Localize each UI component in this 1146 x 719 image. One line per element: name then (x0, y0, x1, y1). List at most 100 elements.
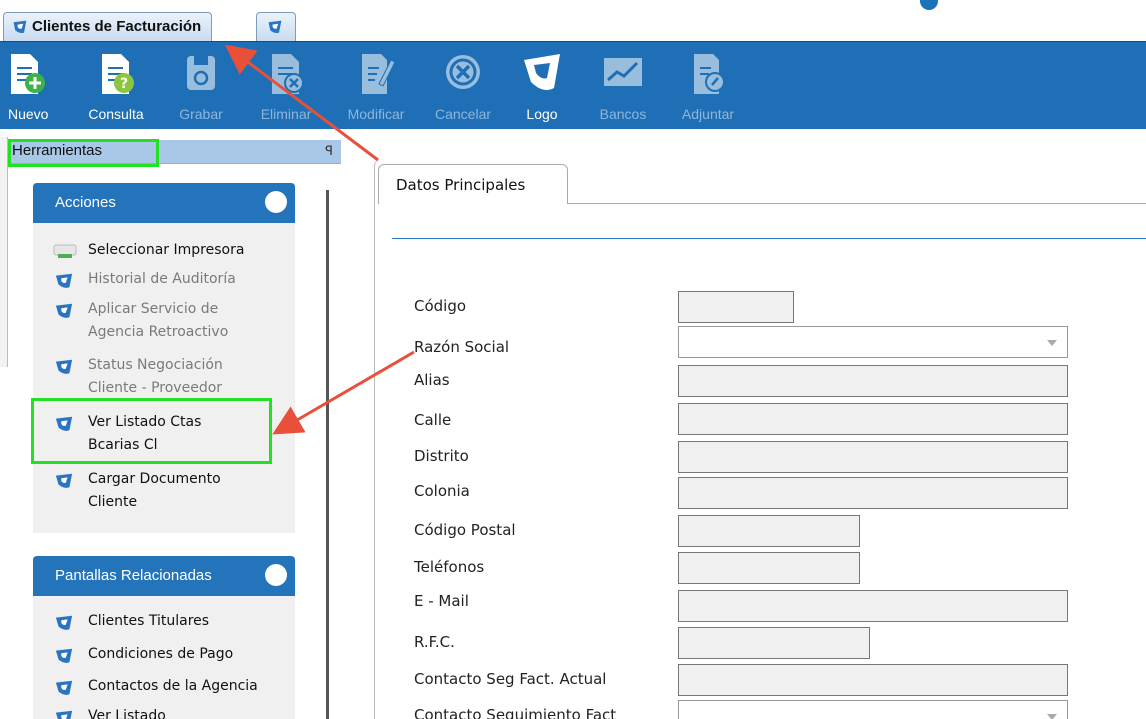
tab-clientes-facturacion[interactable]: Clientes de Facturación (3, 12, 213, 41)
status-dot (920, 0, 938, 10)
label-contacto-seguimiento-fact: Contacto Seguimiento Fact (414, 706, 617, 719)
related-label: Contactos de la Agencia (88, 678, 258, 694)
tools-panel-scrollbar[interactable] (326, 190, 329, 719)
label-codigo: Código (414, 297, 467, 315)
delete-button[interactable]: Eliminar (256, 50, 316, 126)
label-calle: Calle (414, 411, 452, 429)
codigo-input[interactable] (678, 291, 794, 323)
section-divider (392, 238, 1146, 239)
delete-label: Eliminar (260, 106, 312, 122)
email-input[interactable] (678, 590, 1068, 622)
related-screens-header[interactable]: Pantallas Relacionadas (33, 556, 295, 596)
actions-group: Acciones Seleccionar Impresora Historial… (33, 183, 295, 533)
save-button[interactable]: Grabar (176, 50, 226, 126)
label-telefonos: Teléfonos (414, 558, 485, 576)
tab-strip: Clientes de Facturación (0, 0, 1146, 41)
related-label: Ver Listado (88, 708, 166, 719)
logo-icon (55, 615, 73, 630)
contacto-seg-fact-actual-input[interactable] (678, 664, 1068, 696)
banks-label: Bancos (599, 106, 647, 122)
new-label: Nuevo (8, 106, 49, 122)
related-screens-title: Pantallas Relacionadas (55, 567, 212, 584)
logo-icon (55, 303, 73, 318)
edit-button[interactable]: Modificar (340, 50, 412, 126)
telefonos-input[interactable] (678, 552, 860, 584)
action-label: Seleccionar Impresora (88, 242, 245, 258)
codigo-postal-input[interactable] (678, 515, 860, 547)
action-label-line2: Cliente - Proveedor (88, 380, 223, 394)
action-label-line2: Cliente (88, 494, 138, 510)
action-upload-client-document[interactable]: Cargar Documento Cliente (53, 468, 283, 514)
logo-icon (524, 54, 560, 90)
collapsed-side-strip[interactable] (0, 137, 8, 367)
cancel-label: Cancelar (434, 106, 492, 122)
highlight-ver-listado (31, 398, 272, 464)
logo-icon (55, 710, 73, 719)
action-select-printer[interactable]: Seleccionar Impresora (53, 239, 283, 262)
rfc-input[interactable] (678, 627, 870, 659)
tab-title: Clientes de Facturación (32, 18, 202, 35)
save-icon (187, 56, 215, 90)
action-label-line1: Cargar Documento (88, 471, 221, 487)
cancel-icon (446, 55, 480, 89)
edit-label: Modificar (347, 106, 405, 122)
query-button[interactable]: ? Consulta (86, 50, 146, 126)
related-ver-listado[interactable]: Ver Listado (53, 705, 283, 719)
label-colonia: Colonia (414, 482, 470, 500)
label-contacto-seg-fact-actual: Contacto Seg Fact. Actual (414, 670, 607, 688)
printer-icon (53, 244, 77, 258)
logo-icon (55, 680, 73, 695)
razon-social-combo[interactable] (678, 326, 1068, 358)
action-apply-retro-service[interactable]: Aplicar Servicio de Agencia Retroactivo (53, 298, 283, 344)
attach-label: Adjuntar (681, 106, 735, 122)
action-audit-history[interactable]: Historial de Auditoría (53, 268, 283, 291)
new-document-icon (11, 54, 45, 94)
query-label: Consulta (88, 106, 144, 122)
chevron-down-icon (1047, 714, 1057, 719)
related-condiciones-pago[interactable]: Condiciones de Pago (53, 643, 283, 666)
save-label: Grabar (179, 106, 223, 122)
label-codigo-postal: Código Postal (414, 521, 516, 539)
actions-group-header[interactable]: Acciones (33, 183, 295, 223)
action-label: Historial de Auditoría (88, 271, 236, 287)
logo-icon (55, 273, 73, 288)
colonia-input[interactable] (678, 477, 1068, 509)
logo-icon (268, 20, 282, 34)
action-label-line1: Aplicar Servicio de (88, 301, 219, 317)
related-screens-group: Pantallas Relacionadas Clientes Titulare… (33, 556, 295, 719)
collapse-toggle-icon[interactable] (265, 191, 287, 213)
action-negotiation-status[interactable]: Status Negociación Cliente - Proveedor (53, 354, 283, 394)
attach-document-icon (694, 54, 725, 94)
logo-icon (55, 359, 73, 374)
contacto-seguimiento-combo[interactable] (678, 700, 1068, 719)
pin-icon[interactable]: ꟼ (325, 140, 333, 162)
attach-button[interactable]: Adjuntar (678, 50, 738, 126)
label-rfc: R.F.C. (414, 633, 455, 651)
logo-button[interactable]: Logo (520, 50, 564, 126)
action-label-line1: Status Negociación (88, 357, 223, 373)
alias-input[interactable] (678, 365, 1068, 397)
tab-datos-principales[interactable]: Datos Principales (378, 164, 568, 204)
tab-secondary[interactable] (256, 12, 296, 41)
label-razon-social: Razón Social (414, 338, 510, 356)
new-button[interactable]: Nuevo (8, 50, 49, 126)
cancel-button[interactable]: Cancelar (428, 50, 498, 126)
chart-icon (604, 58, 642, 86)
tab-baseline (568, 203, 1146, 204)
banks-button[interactable]: Bancos (598, 50, 648, 126)
label-alias: Alias (414, 371, 450, 389)
collapse-toggle-icon[interactable] (265, 564, 287, 586)
logo-icon (55, 648, 73, 663)
label-distrito: Distrito (414, 447, 469, 465)
related-contactos-agencia[interactable]: Contactos de la Agencia (53, 675, 283, 698)
delete-document-icon (272, 54, 304, 94)
query-document-icon: ? (102, 54, 134, 94)
related-label: Clientes Titulares (88, 613, 210, 629)
svg-text:?: ? (120, 76, 128, 92)
label-email: E - Mail (414, 592, 469, 610)
distrito-input[interactable] (678, 441, 1068, 473)
calle-input[interactable] (678, 403, 1068, 435)
related-clientes-titulares[interactable]: Clientes Titulares (53, 610, 283, 633)
logo-icon (13, 20, 27, 34)
chevron-down-icon (1047, 340, 1057, 346)
